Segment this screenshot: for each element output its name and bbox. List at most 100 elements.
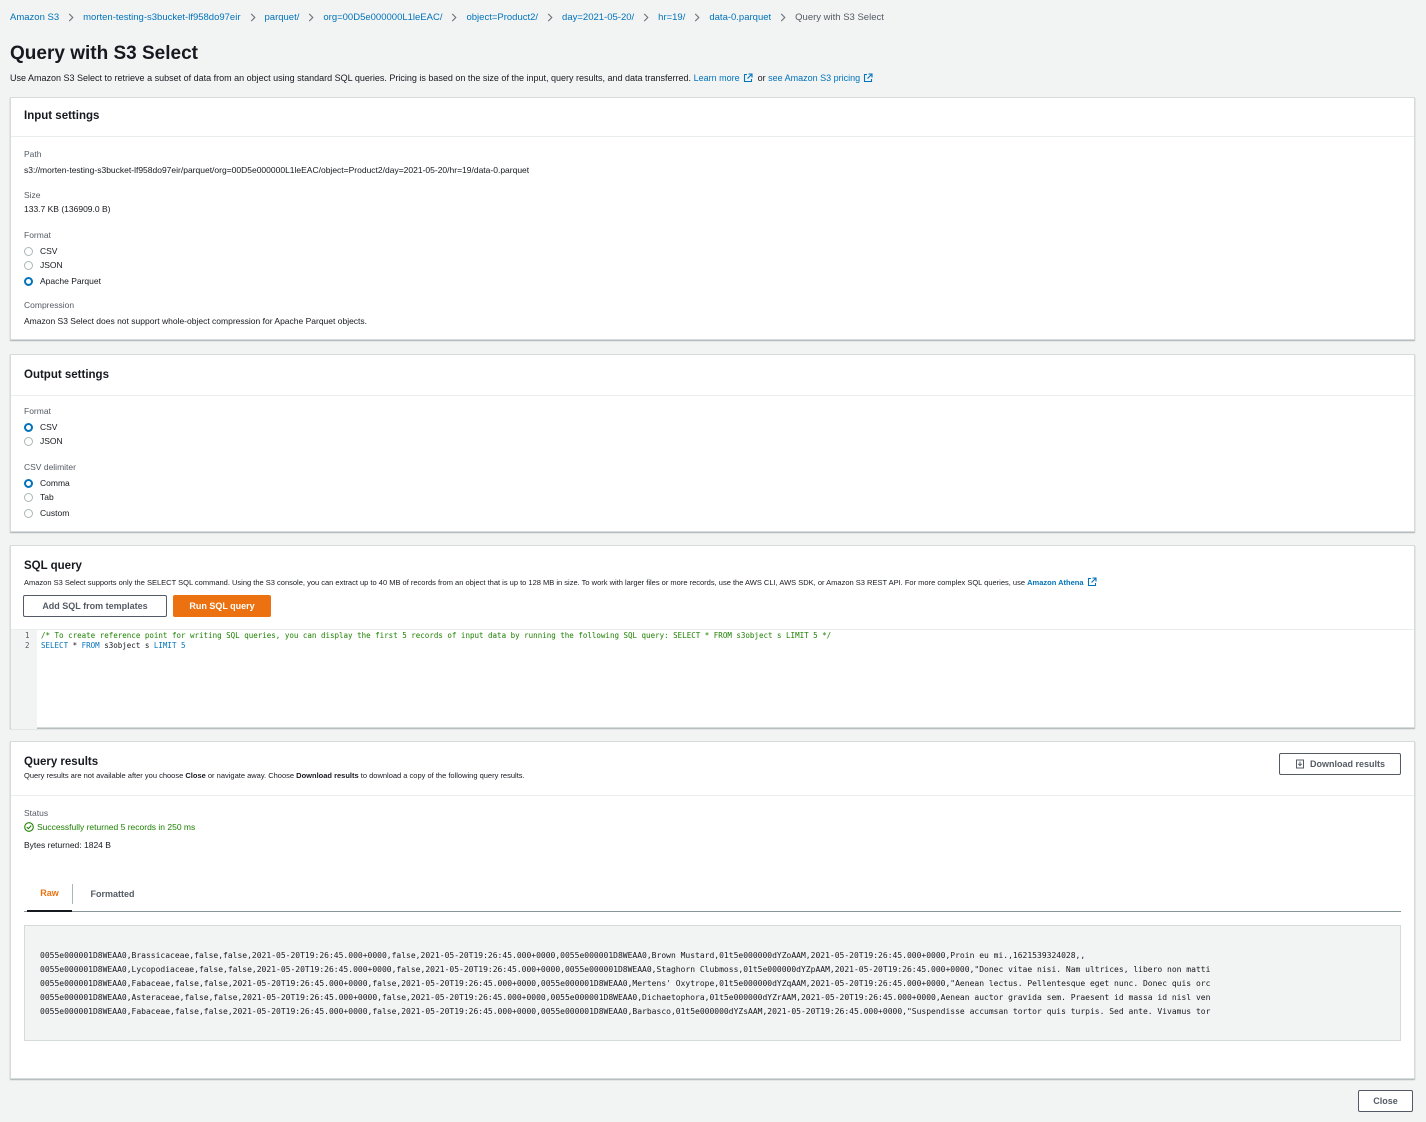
chevron-right-icon	[547, 13, 553, 22]
result-line: 0055e000001D8WEAA0,Lycopodiaceae,false,f…	[40, 965, 1211, 974]
output-settings-title: Output settings	[24, 369, 109, 381]
path-value: s3://morten-testing-s3bucket-lf958do97ei…	[24, 165, 530, 175]
result-line: 0055e000001D8WEAA0,Brassicaceae,false,fa…	[40, 951, 1086, 960]
tab-formatted[interactable]: Formatted	[80, 876, 145, 912]
code-number: 5	[176, 641, 186, 650]
code-line-2: SELECT * FROM s3object s LIMIT 5	[41, 641, 186, 650]
input-format-label: Format	[24, 230, 51, 240]
output-settings-panel: Output settings Format CSV JSON CSV deli…	[10, 354, 1415, 532]
download-icon	[1295, 759, 1305, 769]
sql-editor[interactable]: 1 2 /* To create reference point for wri…	[11, 629, 1414, 729]
sql-query-description-text: Amazon S3 Select supports only the SELEC…	[24, 577, 1026, 587]
radio-label: JSON	[40, 436, 63, 446]
radio-label: CSV	[40, 422, 58, 432]
page-description: Use Amazon S3 Select to retrieve a subse…	[10, 73, 878, 83]
breadcrumb-hr[interactable]: hr=19/	[658, 12, 685, 23]
pricing-link[interactable]: see Amazon S3 pricing	[768, 73, 860, 83]
delimiter-custom[interactable]: Custom	[24, 508, 69, 518]
breadcrumb-org[interactable]: org=00D5e000000L1leEAC/	[323, 12, 442, 23]
chevron-right-icon	[68, 13, 74, 22]
result-line: 0055e000001D8WEAA0,Fabaceae,false,false,…	[40, 1007, 1211, 1016]
query-results-panel: Query results Query results are not avai…	[10, 741, 1415, 1079]
radio-button[interactable]	[24, 436, 33, 446]
sql-query-panel: SQL query Amazon S3 Select supports only…	[10, 545, 1415, 729]
download-results-label: Download results	[1309, 759, 1385, 769]
radio-label: JSON	[40, 260, 63, 270]
tab-raw[interactable]: Raw	[27, 876, 72, 912]
result-line: 0055e000001D8WEAA0,Asteraceae,false,fals…	[40, 993, 1211, 1002]
learn-more-link[interactable]: Learn more	[694, 73, 740, 83]
output-format-csv[interactable]: CSV	[24, 422, 57, 432]
status-success-icon	[24, 822, 34, 832]
query-results-title: Query results	[24, 756, 99, 768]
output-settings-header: Output settings	[11, 355, 1414, 396]
run-sql-query-button[interactable]: Run SQL query	[173, 595, 271, 617]
result-line: 0055e000001D8WEAA0,Fabaceae,false,false,…	[40, 979, 1211, 988]
radio-button[interactable]	[24, 492, 33, 502]
line-number: 2	[25, 641, 30, 650]
close-button[interactable]: Close	[1358, 1090, 1413, 1112]
radio-button[interactable]	[24, 260, 33, 270]
chevron-right-icon	[308, 13, 314, 22]
breadcrumb-object[interactable]: object=Product2/	[466, 12, 538, 23]
radio-label: CSV	[40, 246, 58, 256]
desc-text: Query results are not available after yo…	[24, 771, 184, 780]
status-label: Status	[24, 808, 49, 818]
external-link-icon	[743, 73, 753, 83]
sql-query-title: SQL query	[24, 560, 82, 572]
breadcrumb-file[interactable]: data-0.parquet	[709, 12, 771, 23]
breadcrumb-parquet[interactable]: parquet/	[265, 12, 300, 23]
input-settings-panel: Input settings Path s3://morten-testing-…	[10, 97, 1415, 340]
chevron-right-icon	[694, 13, 700, 22]
radio-button-selected[interactable]	[24, 422, 33, 432]
query-results-header: Query results Query results are not avai…	[11, 742, 1414, 796]
external-link-icon	[863, 73, 873, 83]
csv-delimiter-label: CSV delimiter	[24, 462, 76, 472]
radio-button[interactable]	[24, 246, 33, 256]
radio-label: Apache Parquet	[40, 276, 101, 286]
radio-button[interactable]	[24, 508, 33, 518]
breadcrumb-bucket[interactable]: morten-testing-s3bucket-lf958do97eir	[83, 12, 240, 23]
editor-gutter: 1 2	[11, 630, 37, 729]
compression-label: Compression	[24, 300, 75, 310]
input-settings-title: Input settings	[24, 110, 100, 122]
compression-value: Amazon S3 Select does not support whole-…	[24, 316, 368, 326]
delimiter-comma[interactable]: Comma	[24, 478, 70, 488]
keyword-from: FROM	[81, 641, 100, 650]
status-success: Successfully returned 5 records in 250 m…	[24, 822, 195, 832]
path-label: Path	[24, 149, 42, 159]
input-format-json[interactable]: JSON	[24, 260, 63, 270]
desc-download: Download results	[296, 771, 359, 780]
keyword-select: SELECT	[41, 641, 69, 650]
breadcrumb-current: Query with S3 Select	[795, 12, 884, 23]
add-sql-templates-button[interactable]: Add SQL from templates	[23, 595, 167, 617]
output-format-json[interactable]: JSON	[24, 436, 63, 446]
chevron-right-icon	[643, 13, 649, 22]
query-results-description: Query results are not available after yo…	[24, 771, 525, 780]
output-format-label: Format	[24, 406, 51, 416]
code-token: s3object s	[99, 641, 154, 650]
delimiter-tab[interactable]: Tab	[24, 492, 54, 502]
input-format-parquet[interactable]: Apache Parquet	[24, 276, 101, 286]
external-link-icon	[1087, 577, 1097, 587]
results-tabs: Raw Formatted	[24, 876, 1401, 912]
chevron-right-icon	[250, 13, 256, 22]
page-description-text: Use Amazon S3 Select to retrieve a subse…	[10, 73, 692, 83]
sql-query-description: Amazon S3 Select supports only the SELEC…	[24, 577, 1102, 587]
radio-button-selected[interactable]	[24, 276, 33, 286]
breadcrumb-amazon-s3[interactable]: Amazon S3	[10, 12, 59, 23]
line-number: 1	[25, 631, 30, 640]
or-text: or	[757, 73, 766, 83]
download-results-button[interactable]: Download results	[1279, 753, 1401, 775]
size-label: Size	[24, 190, 41, 200]
keyword-limit: LIMIT	[153, 641, 177, 650]
breadcrumb-day[interactable]: day=2021-05-20/	[562, 12, 634, 23]
desc-text: or navigate away. Choose	[207, 771, 295, 780]
bytes-returned: Bytes returned: 1824 B	[24, 840, 111, 850]
tab-divider	[72, 884, 73, 904]
raw-results: 0055e000001D8WEAA0,Brassicaceae,false,fa…	[24, 925, 1401, 1041]
radio-label: Custom	[40, 508, 70, 518]
amazon-athena-link[interactable]: Amazon Athena	[1027, 578, 1083, 587]
radio-button-selected[interactable]	[24, 478, 33, 488]
input-format-csv[interactable]: CSV	[24, 246, 57, 256]
